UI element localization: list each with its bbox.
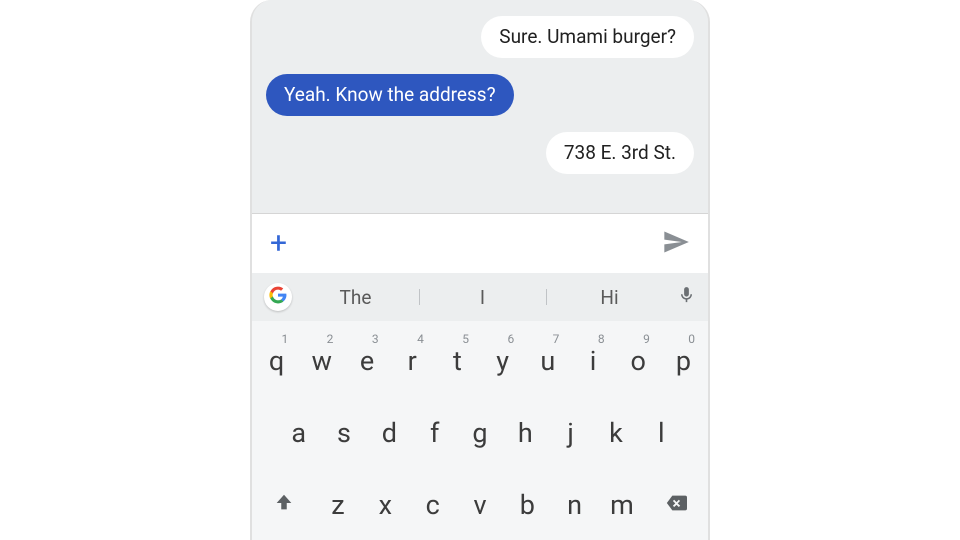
send-icon bbox=[662, 241, 690, 260]
send-button[interactable] bbox=[662, 228, 690, 260]
key-k[interactable]: k bbox=[595, 399, 636, 467]
key-t[interactable]: t5 bbox=[437, 327, 478, 395]
message-row: 738 E. 3rd St. bbox=[266, 132, 694, 174]
key-s[interactable]: s bbox=[323, 399, 364, 467]
google-button[interactable] bbox=[264, 283, 292, 311]
backspace-icon bbox=[662, 489, 690, 521]
suggestion-2[interactable]: I bbox=[419, 286, 546, 309]
message-row: Yeah. Know the address? bbox=[266, 74, 694, 116]
attach-button[interactable]: + bbox=[270, 226, 287, 261]
message-bubble-received: 738 E. 3rd St. bbox=[546, 132, 694, 174]
key-shift[interactable] bbox=[256, 471, 312, 539]
key-q[interactable]: q1 bbox=[256, 327, 297, 395]
key-c[interactable]: c bbox=[411, 471, 454, 539]
key-j[interactable]: j bbox=[550, 399, 591, 467]
suggestion-1[interactable]: The bbox=[292, 286, 419, 309]
message-row: Sure. Umami burger? bbox=[266, 16, 694, 58]
key-p[interactable]: p0 bbox=[663, 327, 704, 395]
message-bubble-sent: Yeah. Know the address? bbox=[266, 74, 514, 116]
key-m[interactable]: m bbox=[600, 471, 643, 539]
key-n[interactable]: n bbox=[553, 471, 596, 539]
google-icon bbox=[269, 286, 287, 308]
keyboard-row-3: z x c v b n m bbox=[256, 471, 704, 539]
suggestion-3[interactable]: Hi bbox=[546, 286, 673, 309]
key-e[interactable]: e3 bbox=[346, 327, 387, 395]
message-input[interactable] bbox=[287, 214, 662, 273]
keyboard-row-1: q1 w2 e3 r4 t5 y6 u7 i8 o9 p0 bbox=[256, 327, 704, 395]
key-b[interactable]: b bbox=[506, 471, 549, 539]
message-bubble-received: Sure. Umami burger? bbox=[481, 16, 694, 58]
key-a[interactable]: a bbox=[278, 399, 319, 467]
suggestion-strip: The I Hi bbox=[252, 273, 708, 321]
keyboard-row-2: a s d f g h j k l bbox=[256, 399, 704, 467]
key-f[interactable]: f bbox=[414, 399, 455, 467]
microphone-icon bbox=[677, 292, 696, 311]
composer-bar: + bbox=[252, 213, 708, 273]
conversation-area: Sure. Umami burger? Yeah. Know the addre… bbox=[252, 0, 708, 213]
keyboard: q1 w2 e3 r4 t5 y6 u7 i8 o9 p0 a s d f g … bbox=[252, 321, 708, 540]
key-x[interactable]: x bbox=[364, 471, 407, 539]
key-y[interactable]: y6 bbox=[482, 327, 523, 395]
key-g[interactable]: g bbox=[459, 399, 500, 467]
key-h[interactable]: h bbox=[505, 399, 546, 467]
key-backspace[interactable] bbox=[648, 471, 704, 539]
key-i[interactable]: i8 bbox=[572, 327, 613, 395]
key-d[interactable]: d bbox=[369, 399, 410, 467]
shift-icon bbox=[273, 489, 295, 521]
key-r[interactable]: r4 bbox=[392, 327, 433, 395]
key-z[interactable]: z bbox=[316, 471, 359, 539]
key-o[interactable]: o9 bbox=[618, 327, 659, 395]
key-v[interactable]: v bbox=[458, 471, 501, 539]
voice-input-button[interactable] bbox=[677, 283, 696, 311]
key-l[interactable]: l bbox=[641, 399, 682, 467]
phone-frame: Sure. Umami burger? Yeah. Know the addre… bbox=[250, 0, 710, 540]
key-w[interactable]: w2 bbox=[301, 327, 342, 395]
key-u[interactable]: u7 bbox=[527, 327, 568, 395]
